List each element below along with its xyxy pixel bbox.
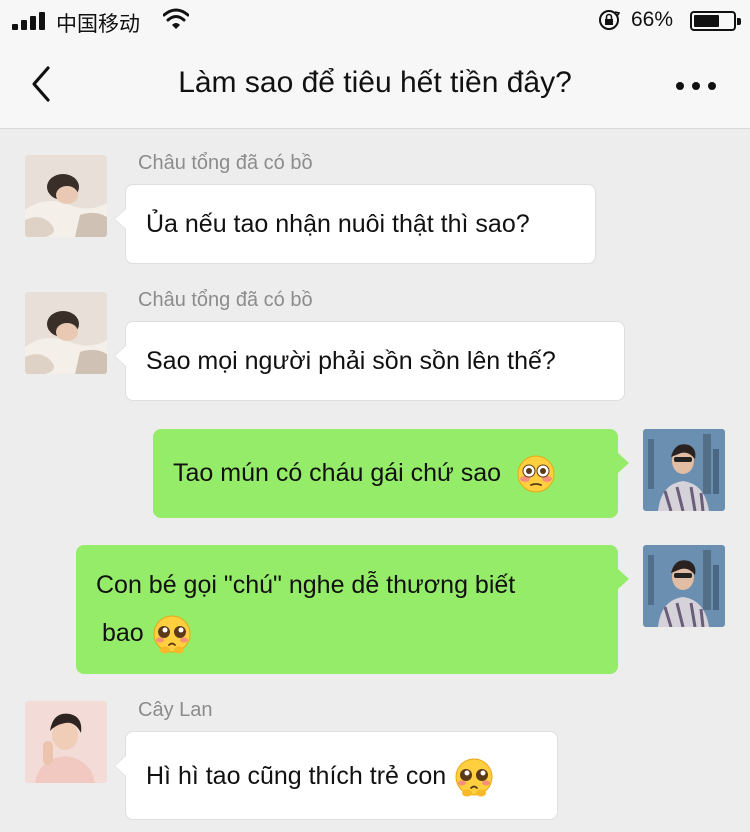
more-dots-icon xyxy=(676,82,684,90)
message-bubble-incoming[interactable]: Hì hì tao cũng thích trẻ con xyxy=(114,731,558,820)
battery-percent: 66% xyxy=(631,8,674,31)
message-text: Tao mún có cháu gái chứ sao xyxy=(173,459,502,487)
avatar-chau[interactable] xyxy=(25,292,107,374)
avatar-cay-lan[interactable] xyxy=(25,701,107,783)
avatar-chau[interactable] xyxy=(25,155,107,237)
carrier-name: 中国移动 xyxy=(56,13,140,36)
message-text: Ủa nếu tao nhận nuôi thật thì sao? xyxy=(146,210,530,238)
message-bubble-outgoing[interactable]: Con bé gọi "chú" nghe dễ thương biết bao xyxy=(76,545,629,674)
status-bar: 中国移动 66% xyxy=(0,0,750,40)
message-bubble-incoming[interactable]: Sao mọi người phải sồn sồn lên thế? xyxy=(114,321,625,401)
message-text: Sao mọi người phải sồn sồn lên thế? xyxy=(146,347,556,375)
avatar-self[interactable] xyxy=(643,429,725,511)
back-chevron-icon[interactable] xyxy=(26,64,56,104)
pleading-face-emoji xyxy=(455,758,493,797)
sender-name: Cây Lan xyxy=(138,699,213,721)
wifi-icon xyxy=(163,8,189,29)
chat-header: Làm sao để tiêu hết tiền đây? xyxy=(0,40,750,129)
sender-name: Châu tổng đã có bồ xyxy=(138,289,313,311)
message-text: Hì hì tao cũng thích trẻ con xyxy=(146,762,447,790)
rotation-lock-icon xyxy=(599,10,620,30)
avatar-self[interactable] xyxy=(643,545,725,627)
message-bubble-incoming[interactable]: Ủa nếu tao nhận nuôi thật thì sao? xyxy=(114,184,596,264)
chat-title: Làm sao để tiêu hết tiền đây? xyxy=(178,66,572,99)
battery-icon xyxy=(690,11,741,31)
message-text: Con bé gọi "chú" nghe dễ thương biết xyxy=(96,571,516,599)
message-text: bao xyxy=(102,619,144,647)
more-options-button[interactable] xyxy=(672,70,720,100)
message-bubble-outgoing[interactable]: Tao mún có cháu gái chứ sao xyxy=(153,429,629,518)
signal-strength-icon xyxy=(12,12,48,30)
sender-name: Châu tổng đã có bồ xyxy=(138,152,313,174)
flushed-face-emoji xyxy=(517,455,555,493)
pleading-face-emoji xyxy=(153,615,191,654)
